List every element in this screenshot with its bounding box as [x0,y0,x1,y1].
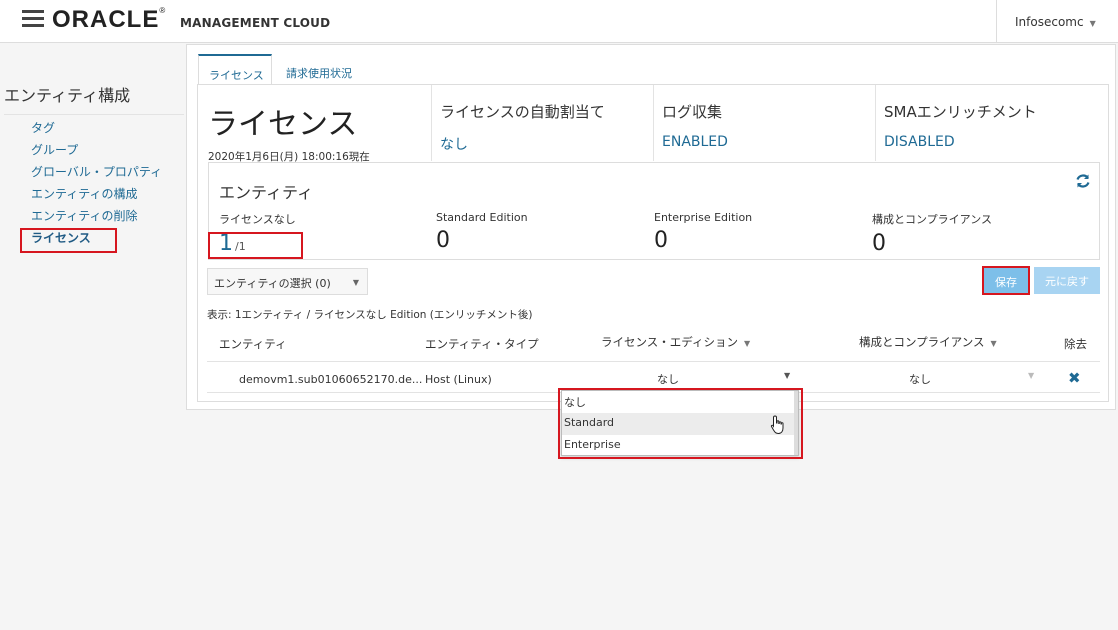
header-compliance-label: 構成とコンプライアンス [859,335,985,349]
header-license-edition-label: ライセンス・エディション [601,335,738,349]
sort-caret-icon: ▼ [990,339,997,348]
header-entity[interactable]: エンティティ [219,336,287,352]
product-name: MANAGEMENT CLOUD [180,16,331,30]
log-collection-metric: ログ収集 ENABLED [653,85,873,161]
unlicensed-highlight [208,232,303,259]
sidebar-title: エンティティ構成 [4,82,184,115]
entity-summary-box: エンティティ ライセンスなし 1/1 Standard Edition 0 En… [208,162,1100,260]
sma-metric: SMAエンリッチメント DISABLED [875,85,1095,161]
license-content: ライセンス 2020年1月6日(月) 18:00:16現在 ライセンスの自動割当… [197,84,1109,402]
standard-label: Standard Edition [436,211,528,224]
oracle-logo[interactable]: ORACLE® [52,6,166,34]
chevron-down-icon: ▼ [352,278,359,287]
auto-assign-label: ライセンスの自動割当て [440,103,605,121]
entity-select-label: エンティティの選択 (0) [214,277,331,290]
revert-button[interactable]: 元に戻す [1034,267,1100,294]
hand-cursor-icon [770,415,786,435]
sidebar-license-highlight [20,228,117,253]
edition-select[interactable]: なし ▼ [657,367,793,389]
sidebar-item-entity-config[interactable]: エンティティの構成 [31,184,162,206]
table-summary: 表示: 1エンティティ / ライセンスなし Edition (エンリッチメント後… [207,309,533,321]
header-entity-type[interactable]: エンティティ・タイプ [425,336,539,352]
compliance-select-value: なし [909,373,931,386]
log-collection-value[interactable]: ENABLED [662,134,873,150]
dropdown-highlight [558,388,803,459]
entity-summary-title: エンティティ [219,183,314,202]
page-title: ライセンス [208,107,358,142]
tab-license[interactable]: ライセンス [198,54,272,84]
sma-label: SMAエンリッチメント [884,103,1037,121]
save-button[interactable]: 保存 [982,266,1030,295]
tab-billing-usage[interactable]: 請求使用状況 [276,54,362,84]
enterprise-column: Enterprise Edition 0 [654,211,752,253]
main-panel: ライセンス 請求使用状況 ライセンス 2020年1月6日(月) 18:00:16… [186,44,1116,410]
chevron-down-icon: ▼ [784,371,791,380]
user-name: Infosecomc [1015,15,1084,29]
remove-icon[interactable]: ✖ [1068,369,1081,387]
sidebar-item-entity-delete[interactable]: エンティティの削除 [31,206,162,228]
cell-entity-name[interactable]: demovm1.sub01060652170.de... [239,373,422,386]
hamburger-menu-icon[interactable] [22,10,44,28]
sma-value[interactable]: DISABLED [884,134,1095,150]
header-remove: 除去 [1064,337,1087,351]
unlicensed-label: ライセンスなし [219,213,296,226]
sidebar-item-groups[interactable]: グループ [31,140,162,162]
log-collection-label: ログ収集 [662,103,723,121]
top-header: ORACLE® MANAGEMENT CLOUD Infosecomc ▼ [0,0,1118,43]
entity-select-dropdown[interactable]: エンティティの選択 (0) ▼ [207,268,368,295]
sidebar-item-global-properties[interactable]: グローバル・プロパティ [31,162,162,184]
chevron-down-icon: ▼ [1089,19,1096,28]
compliance-column: 構成とコンプライアンス 0 [872,211,992,256]
row-divider [207,361,1100,362]
header-license-edition[interactable]: ライセンス・エディション ▼ [601,334,750,350]
sort-caret-icon: ▼ [743,339,751,348]
enterprise-label: Enterprise Edition [654,211,753,224]
cell-entity-type: Host (Linux) [425,373,492,386]
compliance-label: 構成とコンプライアンス [872,213,993,226]
header-compliance[interactable]: 構成とコンプライアンス ▼ [859,334,997,350]
standard-value: 0 [436,228,450,253]
auto-assign-value[interactable]: なし [440,134,651,154]
standard-column: Standard Edition 0 [436,211,528,253]
compliance-select[interactable]: なし ▼ [909,367,1039,389]
user-menu[interactable]: Infosecomc ▼ [996,0,1118,43]
compliance-value: 0 [872,231,886,256]
enterprise-value: 0 [654,228,668,253]
edition-select-value: なし [657,373,679,386]
brand-text: ORACLE [52,6,160,33]
refresh-icon[interactable] [1075,173,1091,189]
auto-assign-metric: ライセンスの自動割当て なし [431,85,651,161]
sidebar-item-tags[interactable]: タグ [31,118,162,140]
chevron-down-icon: ▼ [1028,371,1035,380]
